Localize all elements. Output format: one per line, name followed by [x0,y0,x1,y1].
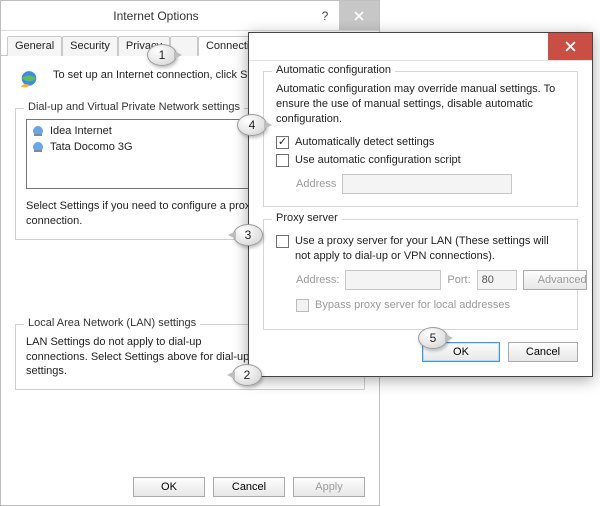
proxy-address-label: Address: [296,274,339,286]
tab-general[interactable]: General [7,36,62,56]
auto-address-label: Address [296,178,336,190]
lan-close-button[interactable] [548,33,592,60]
connection-icon [31,124,45,138]
lan-settings-dialog: Automatic configuration Automatic config… [248,32,593,377]
io-titlebar: Internet Options ? [1,1,379,31]
lan-text: LAN Settings do not apply to dial-up con… [26,335,252,380]
proxy-use-label: Use a proxy server for your LAN (These s… [295,234,565,264]
auto-address-input[interactable] [342,174,512,194]
io-close-button[interactable] [339,1,379,30]
auto-config-group: Automatic configuration Automatic config… [263,71,578,207]
io-ok-button[interactable]: OK [133,477,205,497]
auto-detect-label: Automatically detect settings [295,135,434,150]
io-footer: OK Cancel Apply [1,477,379,497]
bypass-label: Bypass proxy server for local addresses [315,298,510,313]
proxy-port-label: Port: [447,274,470,286]
callout-2: 2 [232,364,262,386]
lan-cancel-button[interactable]: Cancel [508,342,578,362]
callout-3: 3 [233,224,263,246]
list-item-label: Idea Internet [50,125,112,137]
close-icon [565,41,576,52]
auto-script-checkbox[interactable] [276,154,289,167]
proxy-use-checkbox[interactable] [276,235,289,248]
io-apply-button[interactable]: Apply [293,477,365,497]
close-icon [354,11,364,21]
auto-detect-checkbox[interactable] [276,136,289,149]
callout-1: 1 [147,44,177,66]
callout-4: 4 [237,114,267,136]
io-title-buttons: ? [311,1,379,30]
tab-security[interactable]: Security [62,36,118,56]
list-item-label: Tata Docomo 3G [50,141,133,153]
help-button[interactable]: ? [311,1,339,30]
globe-icon [15,66,43,94]
proxy-address-input[interactable] [345,270,441,290]
io-title: Internet Options [1,9,311,23]
lan-legend: Local Area Network (LAN) settings [24,317,200,329]
proxy-port-input[interactable] [477,270,517,290]
bypass-checkbox[interactable] [296,299,309,312]
io-cancel-button[interactable]: Cancel [213,477,285,497]
auto-config-legend: Automatic configuration [272,64,395,76]
connection-icon [31,140,45,154]
auto-script-label: Use automatic configuration script [295,153,461,168]
advanced-button[interactable]: Advanced [523,270,587,290]
proxy-group: Proxy server Use a proxy server for your… [263,219,578,330]
lan-titlebar [249,33,592,61]
lan-body: Automatic configuration Automatic config… [249,61,592,376]
proxy-legend: Proxy server [272,212,342,224]
auto-config-desc: Automatic configuration may override man… [276,82,565,127]
dialup-legend: Dial-up and Virtual Private Network sett… [24,101,244,113]
callout-5: 5 [418,327,448,349]
